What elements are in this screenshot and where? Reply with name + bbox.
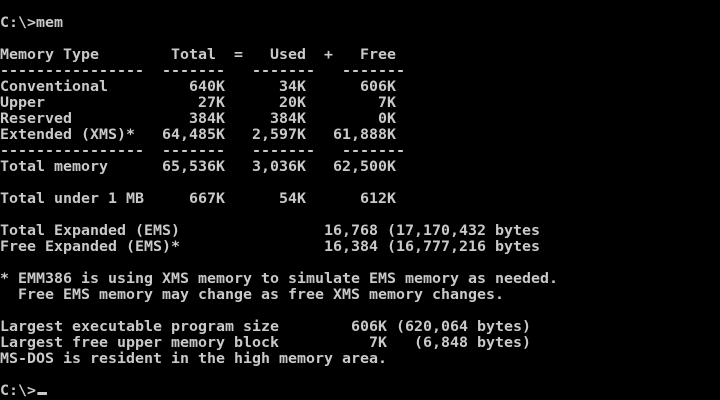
dos-high-memory-line: MS-DOS is resident in the high memory ar…: [0, 351, 387, 367]
memory-row-reserved: Reserved 384K 384K 0K: [0, 111, 396, 127]
command-line: C:\>mem: [0, 15, 64, 31]
prompt-line[interactable]: C:\>: [0, 383, 47, 399]
ems-free-line: Free Expanded (EMS)* 16,384 (16,777,216 …: [0, 239, 540, 255]
memory-table-divider-top: ---------------- ------- ------- -------: [0, 63, 405, 79]
memory-row-under-1mb: Total under 1 MB 667K 54K 612K: [0, 191, 396, 207]
largest-program-line: Largest executable program size 606K (62…: [0, 319, 531, 335]
memory-row-total: Total memory 65,536K 3,036K 62,500K: [0, 159, 396, 175]
largest-upper-block-line: Largest free upper memory block 7K (6,84…: [0, 335, 531, 351]
cursor-icon: [37, 392, 47, 395]
memory-row-upper: Upper 27K 20K 7K: [0, 95, 396, 111]
memory-row-extended: Extended (XMS)* 64,485K 2,597K 61,888K: [0, 127, 396, 143]
memory-table-divider-bottom: ---------------- ------- ------- -------: [0, 143, 405, 159]
emm386-note-line-2: Free EMS memory may change as free XMS m…: [0, 287, 504, 303]
emm386-note-line-1: * EMM386 is using XMS memory to simulate…: [0, 271, 558, 287]
memory-table-header: Memory Type Total = Used + Free: [0, 47, 396, 63]
prompt-text: C:\>: [0, 383, 37, 399]
ems-total-line: Total Expanded (EMS) 16,768 (17,170,432 …: [0, 223, 540, 239]
memory-row-conventional: Conventional 640K 34K 606K: [0, 79, 396, 95]
dos-terminal-screen[interactable]: C:\>mem Memory Type Total = Used + Free …: [0, 0, 720, 400]
